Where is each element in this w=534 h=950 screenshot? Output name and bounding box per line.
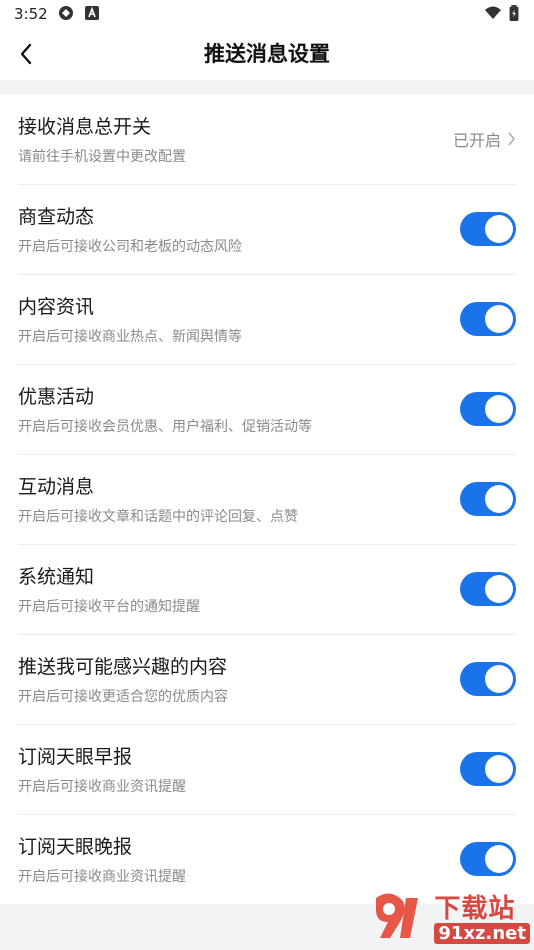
setting-row: 商查动态 开启后可接收公司和老板的动态风险 (0, 184, 534, 274)
toggle-knob (485, 575, 513, 603)
watermark-main: 下载站 (434, 894, 516, 924)
row-subtitle: 开启后可接收商业资讯提醒 (18, 779, 186, 795)
settings-list: 接收消息总开关 请前往手机设置中更改配置 已开启 商查动态 开启后可接收公司和老… (0, 94, 534, 904)
row-subtitle: 请前往手机设置中更改配置 (18, 149, 186, 165)
status-text: 已开启 (452, 131, 501, 150)
chevron-right-icon (508, 132, 515, 146)
setting-row: 系统通知 开启后可接收平台的通知提醒 (0, 544, 534, 634)
chevron-left-icon (20, 43, 32, 65)
toggle-knob (485, 845, 513, 873)
row-title: 接收消息总开关 (18, 116, 152, 138)
battery-icon (509, 5, 519, 21)
row-title: 推送我可能感兴趣的内容 (18, 656, 228, 678)
wifi-icon (485, 6, 501, 19)
toggle-switch[interactable] (460, 842, 516, 876)
header: 推送消息设置 (0, 28, 534, 80)
status-time: 3:52 (14, 5, 48, 23)
setting-row: 互动消息 开启后可接收文章和话题中的评论回复、点赞 (0, 454, 534, 544)
row-title: 优惠活动 (18, 386, 95, 408)
watermark-text: 下载站 91xz.net (434, 888, 530, 944)
row-subtitle: 开启后可接收会员优惠、用户福利、促销活动等 (18, 419, 312, 435)
setting-row: 订阅天眼早报 开启后可接收商业资讯提醒 (0, 724, 534, 814)
row-title: 订阅天眼晚报 (18, 836, 133, 858)
app-a-icon (85, 6, 99, 20)
master-switch-row[interactable]: 接收消息总开关 请前往手机设置中更改配置 已开启 (0, 94, 534, 184)
row-subtitle: 开启后可接收更适合您的优质内容 (18, 689, 228, 705)
back-button[interactable] (10, 38, 42, 70)
toggle-knob (485, 395, 513, 423)
toggle-switch[interactable] (460, 212, 516, 246)
row-title: 系统通知 (18, 566, 95, 588)
sync-icon (59, 6, 73, 20)
setting-row: 内容资讯 开启后可接收商业热点、新闻舆情等 (0, 274, 534, 364)
toggle-switch[interactable] (460, 662, 516, 696)
toggle-switch[interactable] (460, 482, 516, 516)
toggle-knob (485, 755, 513, 783)
toggle-knob (485, 485, 513, 513)
section-gap (0, 80, 534, 94)
row-subtitle: 开启后可接收商业热点、新闻舆情等 (18, 329, 242, 345)
watermark-logo-icon (376, 893, 419, 938)
toggle-knob (485, 305, 513, 333)
setting-row: 优惠活动 开启后可接收会员优惠、用户福利、促销活动等 (0, 364, 534, 454)
page-title: 推送消息设置 (204, 42, 330, 66)
row-subtitle: 开启后可接收商业资讯提醒 (18, 869, 186, 885)
row-title: 商查动态 (18, 206, 95, 228)
row-subtitle: 开启后可接收文章和话题中的评论回复、点赞 (18, 509, 298, 525)
row-subtitle: 开启后可接收平台的通知提醒 (18, 599, 200, 615)
toggle-switch[interactable] (460, 392, 516, 426)
row-title: 订阅天眼早报 (18, 746, 133, 768)
row-subtitle: 开启后可接收公司和老板的动态风险 (18, 239, 242, 255)
toggle-switch[interactable] (460, 302, 516, 336)
toggle-knob (485, 665, 513, 693)
setting-row: 推送我可能感兴趣的内容 开启后可接收更适合您的优质内容 (0, 634, 534, 724)
toggle-knob (485, 215, 513, 243)
toggle-switch[interactable] (460, 752, 516, 786)
row-title: 内容资讯 (18, 296, 95, 318)
watermark-domain: 91xz.net (434, 923, 530, 944)
row-title: 互动消息 (18, 476, 95, 498)
master-status[interactable]: 已开启 (453, 127, 516, 151)
watermark: 下载站 91xz.net (372, 888, 530, 944)
status-bar: 3:52 (0, 0, 534, 28)
toggle-switch[interactable] (460, 572, 516, 606)
